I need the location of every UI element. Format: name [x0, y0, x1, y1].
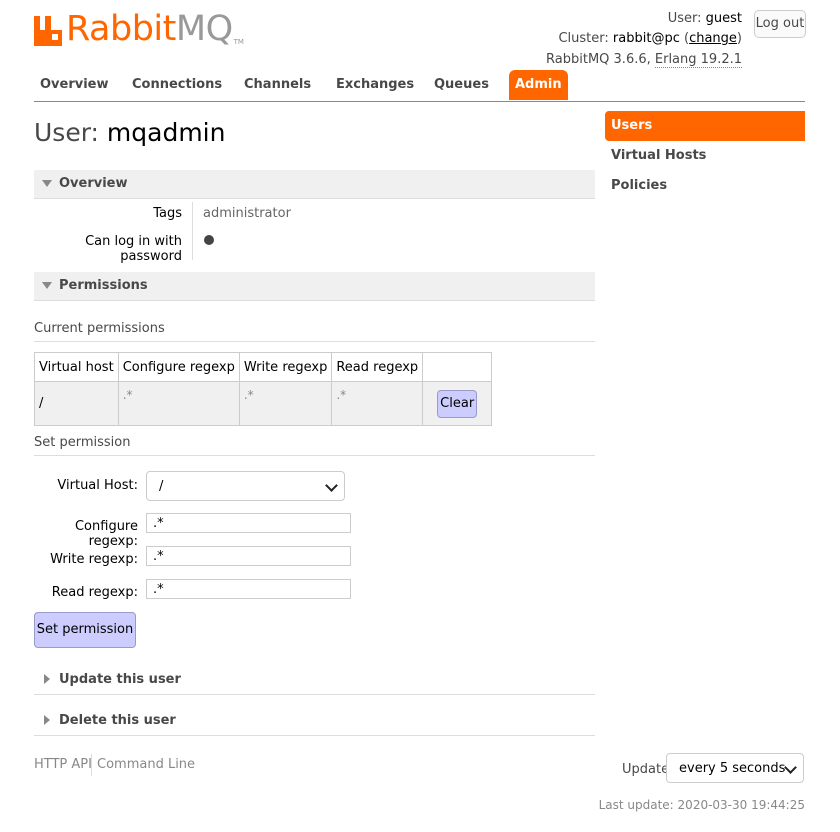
table-header-row: Virtual host Configure regexp Write rege…: [34, 352, 493, 382]
vhost-field-label: Virtual Host:: [57, 478, 138, 493]
footer-divider: [91, 754, 92, 776]
tab-queues[interactable]: Queues: [434, 70, 489, 100]
logo-wordmark: RabbitMQ: [66, 9, 233, 49]
http-api-link[interactable]: HTTP API: [34, 757, 92, 772]
col-configure-regexp: Configure regexp: [117, 352, 240, 382]
user-name-title: mqadmin: [106, 118, 226, 147]
command-line-link[interactable]: Command Line: [97, 757, 195, 772]
change-cluster-link[interactable]: change: [689, 31, 737, 46]
configure-field-label: Configure regexp:: [74, 519, 138, 549]
col-virtual-host: Virtual host: [34, 352, 119, 382]
chevron-down-icon: [325, 479, 338, 492]
current-user: User: guest: [667, 11, 742, 26]
tab-overview[interactable]: Overview: [40, 70, 109, 100]
read-regexp-input[interactable]: .*: [146, 579, 351, 599]
vhost-select-value: /: [159, 479, 164, 494]
logo-trademark: TM: [233, 38, 244, 46]
sidebar-item-virtual-hosts[interactable]: Virtual Hosts: [605, 141, 805, 171]
clear-permission-button[interactable]: Clear: [437, 389, 478, 418]
cluster-info: Cluster: rabbit@pc (change): [558, 31, 742, 46]
rabbitmq-version: RabbitMQ 3.6.6,: [546, 52, 651, 67]
rabbitmq-logo-icon: [34, 16, 62, 46]
last-update-timestamp: Last update: 2020-03-30 19:44:25: [598, 798, 805, 812]
overview-divider: [192, 202, 193, 260]
tab-channels[interactable]: Channels: [244, 70, 311, 100]
configure-regexp-input[interactable]: .*: [146, 513, 351, 533]
cell-actions: Clear: [422, 381, 493, 426]
tags-value: administrator: [203, 206, 291, 221]
expand-triangle-icon: [44, 674, 50, 684]
table-row: / .* .* .* Clear: [34, 381, 493, 426]
cell-vhost: /: [34, 381, 119, 426]
collapse-triangle-icon: [42, 282, 52, 289]
tags-label: Tags: [153, 206, 182, 221]
col-write-regexp: Write regexp: [238, 352, 333, 382]
tab-connections[interactable]: Connections: [132, 70, 222, 100]
rabbitmq-logo: RabbitMQ TM: [34, 9, 244, 49]
tab-exchanges[interactable]: Exchanges: [336, 70, 414, 100]
cell-write: .*: [238, 381, 333, 426]
expand-triangle-icon: [44, 715, 50, 725]
cluster-name: rabbit@pc: [612, 31, 680, 46]
logout-button[interactable]: Log out: [754, 10, 806, 38]
main-nav-tabs: Overview Connections Channels Exchanges …: [34, 70, 805, 102]
password-login-label: Can log in with password: [85, 234, 182, 264]
read-field-label: Read regexp:: [51, 585, 138, 600]
overview-section-header[interactable]: Overview: [34, 170, 595, 199]
update-interval-label: Update: [622, 762, 670, 777]
update-user-section-header[interactable]: Update this user: [34, 666, 595, 695]
sidebar-item-policies[interactable]: Policies: [605, 171, 805, 201]
cell-read: .*: [331, 381, 424, 426]
permissions-table: Virtual host Configure regexp Write rege…: [34, 352, 493, 426]
page-title: User: mqadmin: [34, 118, 226, 147]
update-interval-select[interactable]: every 5 seconds: [666, 753, 804, 783]
set-permission-button[interactable]: Set permission: [34, 612, 136, 648]
erlang-version-link[interactable]: Erlang 19.2.1: [654, 52, 742, 68]
write-field-label: Write regexp:: [50, 552, 138, 567]
write-regexp-input[interactable]: .*: [146, 546, 351, 566]
sidebar-item-users[interactable]: Users: [605, 111, 805, 141]
permissions-section-header[interactable]: Permissions: [34, 272, 595, 301]
col-actions: [422, 352, 493, 382]
col-read-regexp: Read regexp: [331, 352, 424, 382]
update-interval-value: every 5 seconds: [679, 761, 786, 776]
chevron-down-icon: [784, 761, 797, 774]
set-permission-heading: Set permission: [34, 435, 595, 456]
version-info: RabbitMQ 3.6.6, Erlang 19.2.1: [546, 52, 742, 68]
tab-admin[interactable]: Admin: [509, 70, 568, 100]
password-enabled-dot-icon: [204, 235, 214, 245]
cell-configure: .*: [117, 381, 240, 426]
delete-user-section-header[interactable]: Delete this user: [34, 707, 595, 736]
collapse-triangle-icon: [42, 180, 52, 187]
current-user-name: guest: [705, 11, 742, 26]
current-permissions-heading: Current permissions: [34, 321, 595, 342]
vhost-select[interactable]: /: [146, 471, 345, 501]
